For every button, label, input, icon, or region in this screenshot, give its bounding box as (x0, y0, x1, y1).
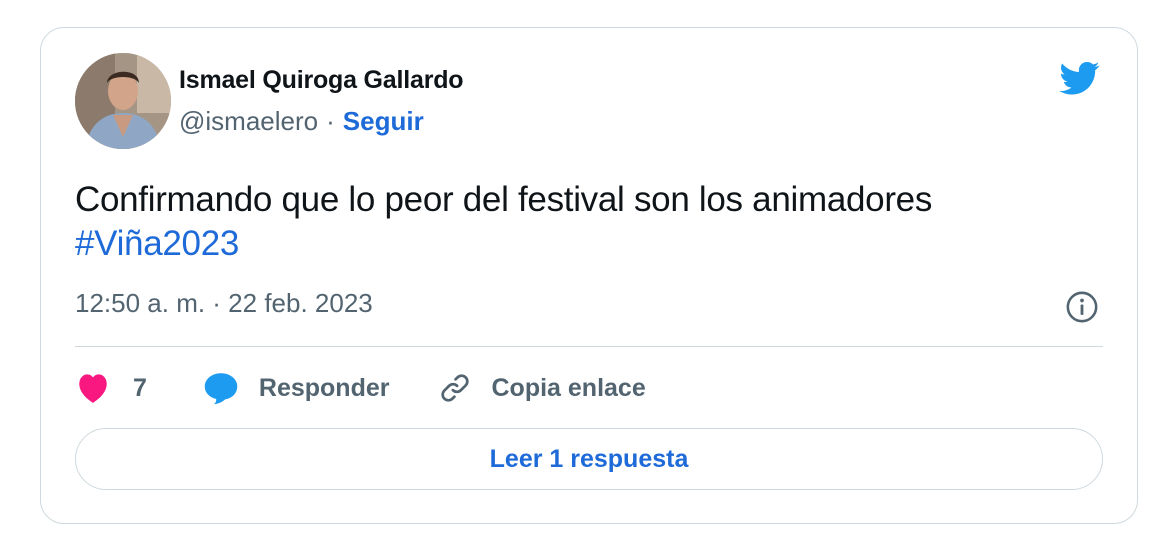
avatar[interactable] (75, 53, 171, 149)
like-count: 7 (133, 373, 147, 402)
twitter-bird-icon[interactable] (1057, 58, 1103, 98)
link-icon (440, 374, 469, 402)
separator-dot: · (326, 106, 335, 136)
tweet-timestamp[interactable]: 12:50 a. m. · 22 feb. 2023 (75, 288, 373, 319)
reply-button[interactable]: Responder (203, 371, 438, 405)
hashtag-link[interactable]: #Viña2023 (75, 224, 239, 263)
divider (75, 346, 1103, 347)
tweet-body: Confirmando que lo peor del festival son… (75, 180, 933, 219)
tweet-text: Confirmando que lo peor del festival son… (75, 178, 1105, 266)
speech-bubble-icon (204, 373, 238, 405)
author-meta: @ismaelero · Seguir (179, 106, 424, 137)
follow-button[interactable]: Seguir (343, 106, 424, 136)
author-display-name[interactable]: Ismael Quiroga Gallardo (179, 66, 464, 95)
info-icon[interactable] (1065, 290, 1099, 324)
author-handle[interactable]: @ismaelero (179, 106, 318, 136)
tweet-card: Ismael Quiroga Gallardo @ismaelero · Segui… (40, 27, 1138, 524)
copy-link-label: Copia enlace (491, 373, 646, 402)
reply-label: Responder (258, 373, 390, 402)
read-replies-button[interactable]: Leer 1 respuesta (75, 428, 1103, 490)
heart-icon (79, 374, 107, 403)
copy-link-button[interactable]: Copia enlace (438, 371, 646, 405)
action-bar: 7 Responder Copia enlace (75, 366, 646, 410)
like-button[interactable]: 7 (75, 372, 203, 404)
